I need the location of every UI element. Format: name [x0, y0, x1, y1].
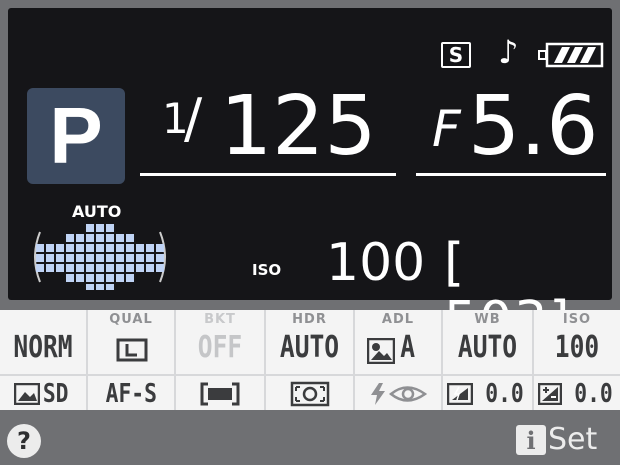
- setting-bracketing-label: BKT: [204, 312, 236, 327]
- setting-focus-mode[interactable]: AF-S: [88, 376, 176, 412]
- setting-exposure-compensation[interactable]: 0.0: [534, 376, 620, 412]
- setting-adl-value: A: [400, 330, 416, 365]
- set-label: Set: [548, 422, 598, 457]
- exposure-compensation-value: 0.0: [573, 379, 613, 409]
- iso-value: 100: [326, 233, 426, 293]
- bottom-bar: ? i Set: [0, 410, 620, 465]
- setting-metering[interactable]: [266, 376, 355, 412]
- release-mode-icon: S: [441, 42, 471, 68]
- picture-control-icon: [14, 383, 41, 405]
- metering-icon: [290, 381, 329, 407]
- setting-hdr-label: HDR: [292, 312, 327, 327]
- focus-mode-value: AF-S: [105, 379, 157, 409]
- setting-image-size[interactable]: [88, 310, 176, 374]
- setting-quality-value: NORM: [13, 330, 73, 365]
- af-area-grid-icon: [34, 224, 166, 290]
- setting-iso-label: ISO: [562, 312, 592, 327]
- setting-flash-mode[interactable]: [355, 376, 443, 412]
- setting-wb-label: WB: [474, 312, 501, 327]
- camera-info-screen: S ♪ P 1 / 125 F 5.6 AUTO ISO 100 [QUAL …: [0, 0, 620, 465]
- aperture-underline: [416, 173, 606, 176]
- af-area-mode-icon: [200, 382, 240, 406]
- help-button[interactable]: ?: [7, 424, 41, 458]
- setting-bracketing[interactable]: BKT OFF: [176, 310, 266, 374]
- info-set-button[interactable]: i Set: [516, 424, 597, 456]
- flash-compensation-icon: [447, 383, 474, 405]
- flash-compensation-value: 0.0: [485, 379, 524, 409]
- shutter-slash: /: [184, 87, 203, 150]
- settings-grid: QUAL NORM BKT OFF HDR AUTO ADL A WB AUTO…: [0, 310, 620, 412]
- setting-iso-value: 100: [554, 330, 600, 365]
- info-icon: i: [516, 425, 546, 455]
- setting-hdr-value: AUTO: [279, 330, 340, 365]
- aperture-prefix: F: [432, 100, 461, 158]
- setting-adl-label: ADL: [381, 312, 415, 327]
- aperture-value: 5.6: [468, 79, 599, 174]
- setting-wb-value: AUTO: [457, 330, 518, 365]
- settings-row-2: SD AF-S 0.0 0.0: [0, 374, 620, 412]
- setting-bracketing-value: OFF: [197, 330, 243, 365]
- shutter-speed[interactable]: 1 / 125: [140, 86, 396, 174]
- setting-af-area-mode[interactable]: [176, 376, 266, 412]
- exposure-panel: S ♪ P 1 / 125 F 5.6 AUTO ISO 100 [: [8, 8, 612, 350]
- setting-white-balance[interactable]: WB AUTO: [443, 310, 534, 374]
- adl-icon: [367, 338, 395, 364]
- flash-red-eye-icon: [371, 383, 428, 405]
- beep-note-icon: ♪: [498, 33, 519, 71]
- image-size-icon: [116, 338, 148, 362]
- setting-adl[interactable]: ADL A: [355, 310, 443, 374]
- setting-flash-compensation[interactable]: 0.0: [443, 376, 534, 412]
- shutter-underline: [140, 173, 396, 176]
- setting-quality[interactable]: QUAL NORM: [0, 310, 152, 374]
- shutter-denominator: 125: [220, 79, 377, 174]
- af-area-label: AUTO: [72, 202, 122, 221]
- exposure-compensation-icon: [537, 383, 562, 405]
- setting-picture-control[interactable]: SD: [0, 376, 88, 412]
- picture-control-value: SD: [43, 379, 69, 409]
- setting-hdr[interactable]: HDR AUTO: [266, 310, 355, 374]
- battery-icon: [538, 42, 604, 68]
- iso-label: ISO: [252, 261, 282, 279]
- setting-iso[interactable]: ISO 100: [534, 310, 620, 374]
- exposure-mode[interactable]: P: [27, 88, 125, 184]
